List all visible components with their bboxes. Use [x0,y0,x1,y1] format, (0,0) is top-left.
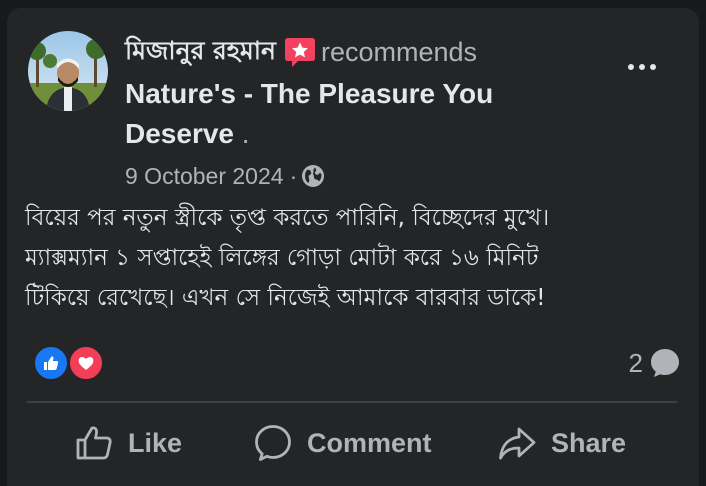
comment-count[interactable]: 2 [629,346,681,380]
post-header: মিজানুর রহমান recommends Nature's - The … [125,32,595,192]
post-body-line: টিকিয়ে রেখেছে। এখন সে নিজেই আমাকে বারবা… [25,285,546,311]
recommends-label: recommends [320,36,478,67]
share-arrow-icon [499,427,536,460]
post-body-line: ম্যাক্সম্যান ১ সপ্তাহেই লিঙ্গের গোড়া মো… [25,245,539,271]
comment-icon [255,425,291,461]
page-name-suffix: . [233,118,250,149]
author-name[interactable]: মিজানুর রহমান [125,31,276,74]
page-name-text: Nature's - The Pleasure You Deserve [125,78,494,149]
globe-icon[interactable] [301,164,325,188]
post-card: মিজানুর রহমান recommends Nature's - The … [7,8,699,486]
post-meta: 9 October 2024 · [125,160,595,192]
recommended-page-link[interactable]: Nature's - The Pleasure You Deserve . [125,74,595,154]
thumbs-up-icon [76,426,112,460]
post-body-line: বিয়ের পর নতুন স্ত্রীকে তৃপ্ত করতে পারিন… [25,205,550,231]
comment-bubble-icon [651,349,679,377]
post-body: বিয়ের পর নতুন স্ত্রীকে তৃপ্ত করতে পারিন… [25,198,685,318]
post-actions: Like Comment Share [7,420,699,466]
recommend-star-icon [283,35,317,69]
more-options-icon[interactable] [622,55,662,79]
actions-divider [27,401,677,403]
share-button[interactable]: Share [497,420,626,466]
like-button[interactable]: Like [74,420,182,466]
meta-separator: · [289,162,298,189]
love-reaction-icon [68,345,104,381]
comment-button[interactable]: Comment [253,420,432,466]
reaction-summary[interactable] [33,345,109,381]
comment-count-number: 2 [628,347,643,378]
avatar-photo [28,31,108,111]
like-reaction-icon [33,345,69,381]
like-label: Like [128,427,183,458]
share-label: Share [551,427,627,458]
author-avatar[interactable] [28,31,108,111]
post-date[interactable]: 9 October 2024 [125,163,284,190]
comment-label: Comment [307,427,432,458]
